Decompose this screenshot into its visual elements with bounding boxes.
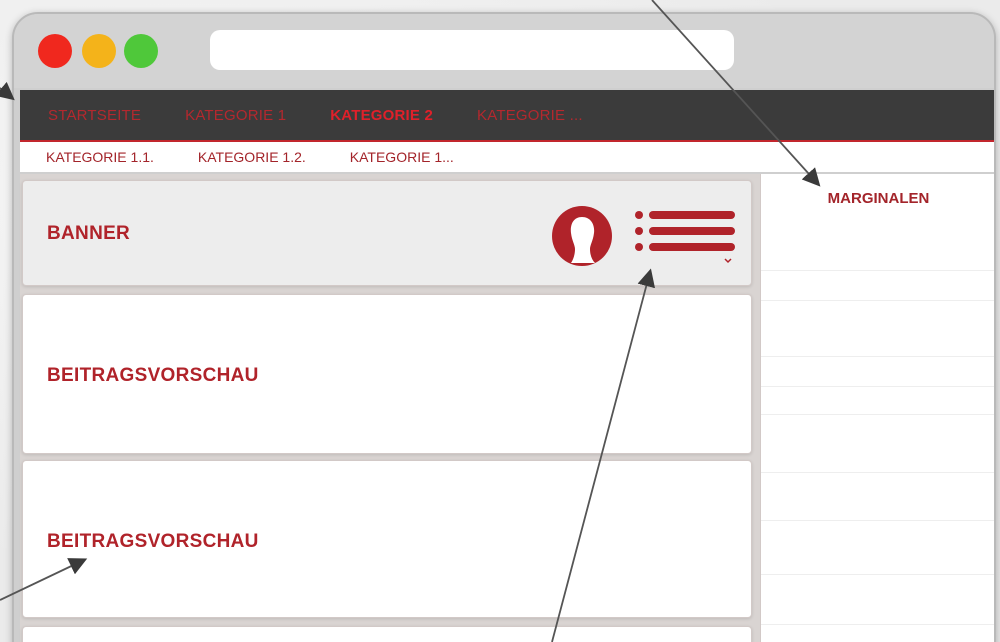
post-preview[interactable] [22, 626, 752, 642]
nav-item-kategorie-2[interactable]: KATEGORIE 2 [330, 107, 433, 124]
divider [761, 386, 994, 387]
menu-icon[interactable] [633, 209, 739, 271]
subnav-item-kategorie-1-1[interactable]: KATEGORIE 1.1. [46, 149, 154, 165]
nav-item-kategorie-more[interactable]: KATEGORIE ... [477, 107, 583, 124]
divider [761, 300, 994, 301]
banner: BANNER [22, 180, 752, 286]
close-button[interactable] [38, 34, 72, 68]
subnav-item-kategorie-1-more[interactable]: KATEGORIE 1... [350, 149, 454, 165]
divider [761, 520, 994, 521]
post-preview[interactable]: BEITRAGSVORSCHAU [22, 460, 752, 618]
banner-title: BANNER [47, 223, 131, 244]
nav-item-kategorie-1[interactable]: KATEGORIE 1 [185, 107, 286, 124]
sidebar: MARGINALEN [760, 174, 994, 642]
divider [761, 574, 994, 575]
user-icon[interactable] [551, 205, 613, 267]
divider [761, 472, 994, 473]
sub-navigation: KATEGORIE 1.1. KATEGORIE 1.2. KATEGORIE … [20, 142, 994, 172]
divider [761, 270, 994, 271]
browser-window: STARTSEITE KATEGORIE 1 KATEGORIE 2 KATEG… [12, 12, 996, 642]
nav-item-startseite[interactable]: STARTSEITE [48, 107, 141, 124]
minimize-button[interactable] [82, 34, 116, 68]
subnav-item-kategorie-1-2[interactable]: KATEGORIE 1.2. [198, 149, 306, 165]
post-preview-title: BEITRAGSVORSCHAU [47, 365, 259, 386]
post-preview-title: BEITRAGSVORSCHAU [47, 531, 259, 552]
sidebar-title: MARGINALEN [827, 190, 930, 207]
divider [761, 624, 994, 625]
divider [761, 356, 994, 357]
post-preview[interactable]: BEITRAGSVORSCHAU [22, 294, 752, 454]
url-bar[interactable] [210, 30, 734, 70]
maximize-button[interactable] [124, 34, 158, 68]
content-area: BANNER BEITRAGSVORSCHAU BEITRAGSVORSCHAU… [20, 174, 994, 642]
main-navigation: STARTSEITE KATEGORIE 1 KATEGORIE 2 KATEG… [20, 90, 994, 140]
divider [761, 414, 994, 415]
title-bar [14, 14, 994, 88]
